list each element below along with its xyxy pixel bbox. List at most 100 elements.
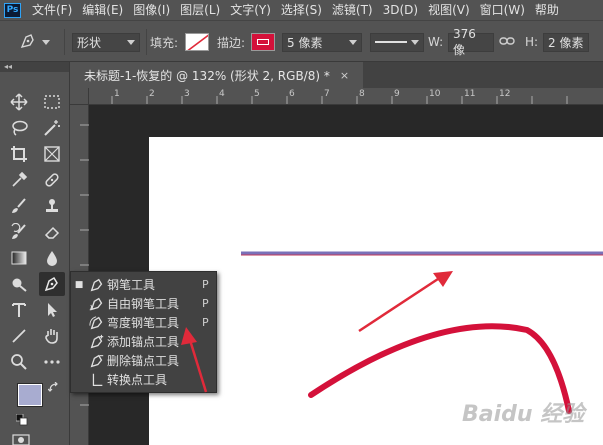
swap-colors-icon[interactable] xyxy=(47,381,60,397)
brush-tool[interactable] xyxy=(6,194,32,218)
convert-point-icon xyxy=(87,372,107,388)
brush-icon xyxy=(12,198,26,213)
ruler-label: 8 xyxy=(359,89,365,99)
freeform-pen-icon xyxy=(87,296,107,312)
type-tool[interactable] xyxy=(6,298,32,322)
pen-icon xyxy=(87,277,107,293)
stamp-icon xyxy=(46,199,58,212)
rect-marquee-icon xyxy=(44,95,60,109)
frame-tool[interactable] xyxy=(39,142,65,166)
flyout-item-label: 添加锚点工具 xyxy=(107,335,180,349)
solid-line-icon xyxy=(375,41,407,43)
tool-preset-picker[interactable] xyxy=(18,32,50,52)
menu-filter[interactable]: 滤镜(T) xyxy=(327,0,378,20)
chevron-down-icon xyxy=(42,39,50,45)
pen-tool[interactable] xyxy=(39,272,65,296)
options-bar: 形状 填充: 描边: 5 像素 W: 376 像 H: 2 像素 xyxy=(0,20,603,62)
shortcut-key: P xyxy=(202,278,209,291)
line-tool[interactable] xyxy=(6,324,32,348)
gradient-tool[interactable] xyxy=(6,246,32,270)
ruler-ticks xyxy=(111,96,568,104)
blur-tool[interactable] xyxy=(39,246,65,270)
link-dimensions-button[interactable] xyxy=(499,32,515,52)
menu-layer[interactable]: 图层(L) xyxy=(175,0,225,20)
hand-tool[interactable] xyxy=(39,324,65,348)
width-field[interactable]: 376 像 xyxy=(448,27,494,57)
ruler-label: 11 xyxy=(464,89,476,99)
h-label: H: xyxy=(525,35,539,49)
menu-view[interactable]: 视图(V) xyxy=(423,0,475,20)
history-brush-tool[interactable] xyxy=(6,220,32,244)
zoom-tool[interactable] xyxy=(6,350,32,374)
menu-edit[interactable]: 编辑(E) xyxy=(77,0,128,20)
flyout-item-convert-point[interactable]: 转换点工具 xyxy=(71,370,218,389)
menu-3d[interactable]: 3D(D) xyxy=(378,0,423,20)
move-tool[interactable] xyxy=(6,90,32,114)
dodge-tool[interactable] xyxy=(6,272,32,296)
quick-mask-icon[interactable] xyxy=(12,434,30,445)
add-anchor-icon xyxy=(87,334,107,350)
ruler-label: 5 xyxy=(254,89,260,99)
foreground-color-swatch[interactable] xyxy=(17,383,43,407)
menu-help[interactable]: 帮助 xyxy=(530,0,564,20)
fill-swatch[interactable] xyxy=(185,33,209,51)
stroke-width-field[interactable]: 5 像素 xyxy=(282,32,362,52)
eyedropper-tool[interactable] xyxy=(6,168,32,192)
flyout-item-label: 钢笔工具 xyxy=(107,278,156,292)
fill-label: 填充: xyxy=(150,35,179,50)
healing-brush-tool[interactable] xyxy=(39,168,65,192)
magic-wand-icon xyxy=(44,120,60,136)
crop-tool[interactable] xyxy=(6,142,32,166)
ruler-origin[interactable] xyxy=(70,88,89,105)
link-icon xyxy=(499,35,515,50)
arrow-cursor-icon xyxy=(48,303,57,317)
lasso-tool[interactable] xyxy=(6,116,32,140)
default-colors-icon[interactable] xyxy=(15,413,28,429)
more-icon xyxy=(44,360,60,364)
eraser-tool[interactable] xyxy=(39,220,65,244)
tools-panel-collapse[interactable]: ◂◂ xyxy=(0,62,69,72)
menu-type[interactable]: 文字(Y) xyxy=(225,0,276,20)
annotation-arrow xyxy=(358,275,442,333)
pen-tools-flyout: ■ 钢笔工具 P 自由钢笔工具 P 弯度钢笔工具 P 添加锚点工具 删除锚点工具… xyxy=(70,271,217,393)
marquee-tool[interactable] xyxy=(39,90,65,114)
ruler-label: 10 xyxy=(429,89,441,99)
flyout-item-label: 自由钢笔工具 xyxy=(107,297,180,311)
zoom-icon xyxy=(11,354,27,370)
stroke-type-dropdown[interactable] xyxy=(370,32,424,52)
menu-file[interactable]: 文件(F) xyxy=(27,0,77,20)
delete-anchor-icon xyxy=(87,353,107,369)
mode-dropdown[interactable]: 形状 xyxy=(72,32,140,52)
width-value: 376 像 xyxy=(453,26,476,57)
line-icon xyxy=(12,329,26,343)
flyout-item-freeform-pen[interactable]: 自由钢笔工具 P xyxy=(71,294,218,313)
close-icon[interactable]: × xyxy=(340,69,349,82)
divider xyxy=(64,29,65,55)
ruler-label: 9 xyxy=(394,89,400,99)
height-field[interactable]: 2 像素 xyxy=(543,32,589,52)
document-tab-title: 未标题-1-恢复的 @ 132% (形状 2, RGB/8) * xyxy=(84,68,330,83)
flyout-item-curvature-pen[interactable]: 弯度钢笔工具 P xyxy=(71,313,218,332)
curvature-pen-icon xyxy=(87,315,107,331)
ruler-label: 12 xyxy=(499,89,511,99)
eraser-icon xyxy=(44,226,60,239)
horizontal-ruler[interactable]: 1 2 3 4 5 6 7 8 9 10 11 12 xyxy=(89,88,603,105)
shortcut-key: P xyxy=(202,297,209,310)
menu-image[interactable]: 图像(I) xyxy=(128,0,175,20)
frame-icon xyxy=(44,146,60,162)
path-select-tool[interactable] xyxy=(39,298,65,322)
document-tab[interactable]: 未标题-1-恢复的 @ 132% (形状 2, RGB/8) * × xyxy=(70,62,364,88)
stamp-tool[interactable] xyxy=(39,194,65,218)
eyedropper-icon xyxy=(12,171,28,187)
flyout-item-delete-anchor[interactable]: 删除锚点工具 xyxy=(71,351,218,370)
magic-wand-tool[interactable] xyxy=(39,116,65,140)
flyout-item-pen[interactable]: ■ 钢笔工具 P xyxy=(71,275,218,294)
flyout-item-label: 弯度钢笔工具 xyxy=(107,316,180,330)
stroke-swatch[interactable] xyxy=(251,33,275,51)
gradient-icon xyxy=(11,251,27,265)
flyout-item-add-anchor[interactable]: 添加锚点工具 xyxy=(71,332,218,351)
more-tools-button[interactable] xyxy=(39,350,65,374)
type-icon xyxy=(12,303,26,317)
menu-select[interactable]: 选择(S) xyxy=(276,0,327,20)
menu-window[interactable]: 窗口(W) xyxy=(475,0,530,20)
